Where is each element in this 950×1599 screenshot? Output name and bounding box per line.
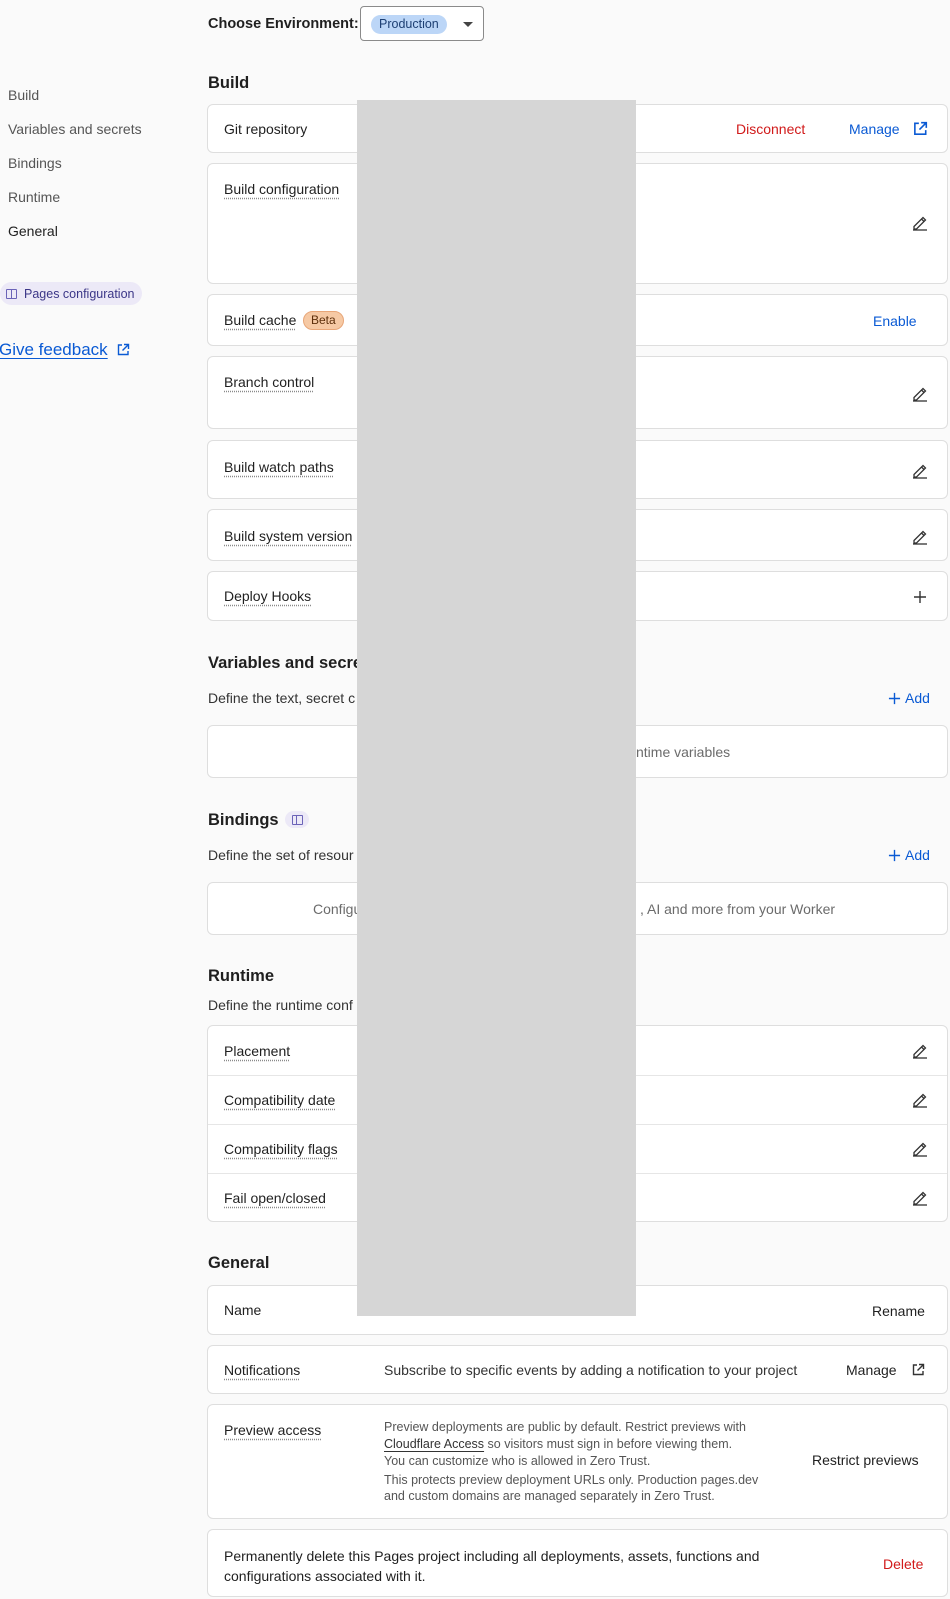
project-name-label: Name	[224, 1302, 262, 1318]
deploy-hooks-label: Deploy Hooks	[224, 588, 312, 604]
git-repository-label: Git repository	[224, 121, 308, 137]
edit-pencil-icon[interactable]	[911, 1139, 929, 1157]
variables-empty-text: ntime variables	[636, 744, 731, 760]
preview-access-line2-rest: so visitors must sign in before viewing …	[484, 1436, 733, 1451]
cloudflare-access-link[interactable]: Cloudflare Access	[384, 1437, 484, 1451]
give-feedback-label: Give feedback	[0, 340, 108, 359]
build-cache-label: Build cache	[224, 312, 297, 328]
pages-configuration-link[interactable]: Pages configuration	[0, 282, 142, 305]
build-section-title: Build	[208, 74, 250, 92]
edit-pencil-icon[interactable]	[911, 1041, 929, 1059]
sidebar-item-runtime[interactable]: Runtime	[8, 189, 60, 205]
build-system-version-label: Build system version	[224, 528, 353, 544]
preview-access-line1: Preview deployments are public by defaul…	[384, 1420, 746, 1434]
external-link-icon	[913, 121, 927, 135]
runtime-description: Define the runtime conf	[208, 997, 353, 1013]
restrict-previews-button[interactable]: Restrict previews	[812, 1452, 919, 1468]
variables-description: Define the text, secret c	[208, 690, 356, 706]
build-watch-paths-label: Build watch paths	[224, 459, 334, 475]
manage-repository-button[interactable]: Manage	[849, 121, 928, 137]
external-link-icon	[912, 1363, 924, 1376]
notifications-label: Notifications	[224, 1362, 301, 1378]
preview-access-line2: Cloudflare Access so visitors must sign …	[384, 1436, 804, 1453]
delete-project-card: Permanently delete this Pages project in…	[207, 1529, 948, 1597]
give-feedback-link[interactable]: Give feedback	[0, 340, 130, 360]
environment-selected-chip: Production	[371, 15, 447, 34]
compatibility-date-label: Compatibility date	[224, 1092, 336, 1108]
edit-pencil-icon[interactable]	[911, 1090, 929, 1108]
sidebar-item-build[interactable]: Build	[8, 87, 39, 103]
bindings-empty-text-right: , AI and more from your Worker	[640, 901, 836, 917]
external-link-icon	[117, 343, 129, 356]
fail-open-closed-label: Fail open/closed	[224, 1190, 326, 1206]
runtime-section-title: Runtime	[208, 967, 274, 985]
manage-notifications-button[interactable]: Manage	[846, 1362, 925, 1378]
edit-pencil-icon[interactable]	[911, 1188, 929, 1206]
beta-badge: Beta	[303, 311, 344, 330]
enable-build-cache-button[interactable]: Enable	[873, 313, 917, 329]
manage-notifications-label: Manage	[846, 1362, 897, 1378]
compatibility-flags-label: Compatibility flags	[224, 1141, 338, 1157]
general-section-title: General	[208, 1254, 270, 1272]
environment-select[interactable]: Production	[360, 6, 484, 41]
variables-section-title: Variables and secret	[208, 654, 368, 672]
caret-down-icon	[463, 22, 473, 27]
pages-configuration-label: Pages configuration	[24, 286, 135, 301]
preview-access-line5: and custom domains are managed separatel…	[384, 1489, 715, 1503]
sidebar-item-variables[interactable]: Variables and secrets	[8, 121, 142, 137]
sidebar-item-general[interactable]: General	[8, 223, 58, 239]
book-icon	[291, 814, 303, 825]
plus-icon	[888, 849, 901, 861]
book-icon	[6, 288, 17, 299]
edit-pencil-icon[interactable]	[911, 461, 929, 479]
add-variable-button[interactable]: Add	[888, 690, 930, 706]
disconnect-button[interactable]: Disconnect	[736, 121, 805, 137]
environment-label: Choose Environment:	[208, 16, 359, 32]
edit-pencil-icon[interactable]	[911, 213, 929, 231]
edit-pencil-icon[interactable]	[911, 527, 929, 545]
preview-access-description: Preview deployments are public by defaul…	[384, 1419, 804, 1505]
manage-repository-label: Manage	[849, 121, 900, 137]
preview-access-line3: You can customize who is allowed in Zero…	[384, 1454, 651, 1468]
add-binding-label: Add	[905, 847, 930, 863]
notifications-card: Notifications Subscribe to specific even…	[207, 1345, 948, 1394]
preview-access-line4: This protects preview deployment URLs on…	[384, 1472, 759, 1487]
bindings-empty-text-left: Configu	[313, 901, 362, 917]
bindings-description: Define the set of resour	[208, 847, 354, 863]
delete-project-description: Permanently delete this Pages project in…	[224, 1546, 759, 1586]
preview-access-card: Preview access Preview deployments are p…	[207, 1404, 948, 1519]
redacted-region	[357, 100, 636, 1316]
delete-project-line1: Permanently delete this Pages project in…	[224, 1548, 760, 1564]
branch-control-label: Branch control	[224, 374, 315, 390]
notifications-description: Subscribe to specific events by adding a…	[384, 1362, 798, 1378]
delete-project-button[interactable]: Delete	[883, 1556, 923, 1572]
rename-button[interactable]: Rename	[872, 1303, 925, 1319]
sidebar-item-bindings[interactable]: Bindings	[8, 155, 62, 171]
edit-pencil-icon[interactable]	[911, 384, 929, 402]
build-configuration-label: Build configuration	[224, 181, 340, 197]
plus-icon	[888, 692, 901, 704]
bindings-section-title: Bindings	[208, 811, 279, 829]
delete-project-line2: configurations associated with it.	[224, 1568, 426, 1584]
preview-access-label: Preview access	[224, 1422, 322, 1438]
add-deploy-hook-icon[interactable]	[913, 590, 927, 604]
add-variable-label: Add	[905, 690, 930, 706]
add-binding-button[interactable]: Add	[888, 847, 930, 863]
bindings-docs-link[interactable]	[285, 811, 309, 828]
placement-label: Placement	[224, 1043, 291, 1059]
